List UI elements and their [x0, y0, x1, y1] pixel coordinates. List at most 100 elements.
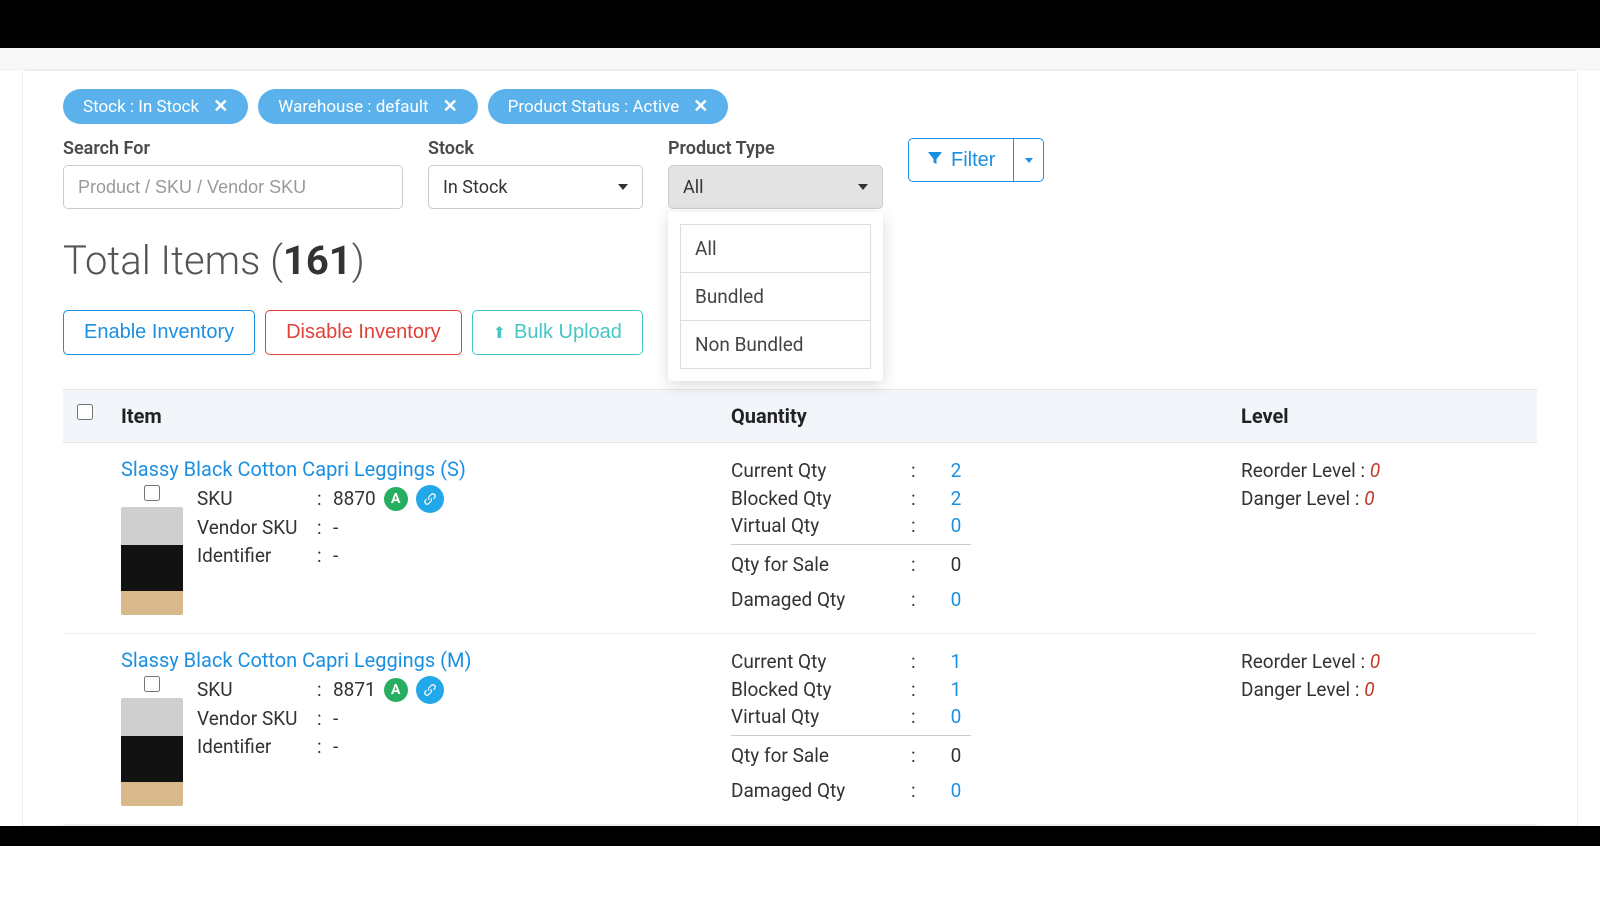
- bulk-upload-label: Bulk Upload: [514, 321, 622, 344]
- vendor-sku-label: Vendor SKU: [197, 705, 317, 734]
- qty-blocked-label: Blocked Qty: [731, 485, 911, 513]
- qty-current-value[interactable]: 2: [941, 457, 971, 485]
- page-content: Stock : In Stock ✕ Warehouse : default ✕…: [22, 70, 1578, 826]
- qty-blocked-value[interactable]: 2: [941, 485, 971, 513]
- qty-current-value[interactable]: 1: [941, 648, 971, 676]
- colon: :: [317, 542, 333, 571]
- stock-label: Stock: [428, 138, 643, 159]
- stock-value: In Stock: [443, 177, 508, 198]
- reorder-label: Reorder Level :: [1241, 459, 1365, 482]
- item-image: [121, 698, 183, 806]
- search-group: Search For: [63, 138, 403, 209]
- dropdown-item-bundled[interactable]: Bundled: [680, 273, 871, 321]
- table-row: Slassy Black Cotton Capri Leggings (S) S…: [63, 443, 1537, 634]
- qty-damaged-label: Damaged Qty: [731, 586, 911, 614]
- window-titlebar: [0, 0, 1600, 48]
- select-all-checkbox[interactable]: [77, 404, 93, 420]
- search-input[interactable]: [63, 165, 403, 209]
- danger-label: Danger Level :: [1241, 487, 1359, 510]
- vendor-sku-value: -: [333, 705, 338, 734]
- identifier-label: Identifier: [197, 542, 317, 571]
- column-level: Level: [1241, 404, 1523, 428]
- filter-button[interactable]: Filter: [908, 138, 1014, 182]
- status-badge-a: A: [384, 487, 408, 511]
- identifier-value: -: [333, 733, 338, 762]
- qty-blocked-label: Blocked Qty: [731, 676, 911, 704]
- total-suffix: ): [352, 237, 365, 284]
- bulk-upload-button[interactable]: Bulk Upload: [472, 310, 643, 355]
- total-prefix: Total Items (: [63, 237, 283, 284]
- item-title-link[interactable]: Slassy Black Cotton Capri Leggings (S): [121, 457, 731, 481]
- sku-label: SKU: [197, 485, 317, 514]
- funnel-icon: [927, 149, 943, 172]
- identifier-value: -: [333, 542, 338, 571]
- qty-damaged-value[interactable]: 0: [941, 777, 971, 805]
- colon: :: [317, 733, 333, 762]
- window-bottombar: [0, 826, 1600, 846]
- qty-for-sale-label: Qty for Sale: [731, 551, 911, 579]
- item-title-link[interactable]: Slassy Black Cotton Capri Leggings (M): [121, 648, 731, 672]
- colon: :: [317, 485, 333, 514]
- dropdown-item-all[interactable]: All: [680, 224, 871, 273]
- reorder-label: Reorder Level :: [1241, 650, 1365, 673]
- filter-caret-button[interactable]: [1014, 138, 1044, 182]
- chip-label: Product Status : Active: [508, 97, 680, 117]
- colon: :: [317, 676, 333, 705]
- product-type-label: Product Type: [668, 138, 883, 159]
- close-icon[interactable]: ✕: [693, 96, 708, 117]
- status-badge-a: A: [384, 678, 408, 702]
- product-type-dropdown: All Bundled Non Bundled: [668, 212, 883, 381]
- window-subbar: [0, 48, 1600, 70]
- filter-row: Search For Stock In Stock Product Type A…: [63, 138, 1537, 209]
- stock-select[interactable]: In Stock: [428, 165, 643, 209]
- enable-inventory-button[interactable]: Enable Inventory: [63, 310, 255, 355]
- item-thumb-wrap: [121, 676, 183, 806]
- sku-label: SKU: [197, 676, 317, 705]
- product-type-value: All: [683, 177, 704, 198]
- divider: [731, 544, 971, 545]
- row-checkbox[interactable]: [144, 676, 160, 692]
- column-item: Item: [121, 404, 731, 428]
- chip-label: Warehouse : default: [278, 97, 428, 117]
- product-type-select[interactable]: All: [668, 165, 883, 209]
- close-icon[interactable]: ✕: [213, 96, 228, 117]
- qty-virtual-value[interactable]: 0: [941, 512, 971, 540]
- chevron-down-icon: [618, 184, 628, 190]
- qty-current-label: Current Qty: [731, 457, 911, 485]
- danger-value: 0: [1364, 678, 1374, 701]
- vendor-sku-value: -: [333, 514, 338, 543]
- link-icon[interactable]: [416, 485, 444, 513]
- sku-value: 8871: [333, 676, 376, 705]
- chip-label: Stock : In Stock: [83, 97, 199, 117]
- sku-value: 8870: [333, 485, 376, 514]
- reorder-value: 0: [1370, 459, 1380, 482]
- disable-inventory-button[interactable]: Disable Inventory: [265, 310, 462, 355]
- qty-virtual-label: Virtual Qty: [731, 703, 911, 731]
- chip-product-status: Product Status : Active ✕: [488, 89, 729, 124]
- qty-current-label: Current Qty: [731, 648, 911, 676]
- qty-virtual-value[interactable]: 0: [941, 703, 971, 731]
- row-checkbox[interactable]: [144, 485, 160, 501]
- qty-for-sale-value: 0: [941, 742, 971, 770]
- dropdown-item-non-bundled[interactable]: Non Bundled: [680, 321, 871, 369]
- chip-stock: Stock : In Stock ✕: [63, 89, 248, 124]
- column-quantity: Quantity: [731, 404, 1241, 428]
- qty-virtual-label: Virtual Qty: [731, 512, 911, 540]
- danger-label: Danger Level :: [1241, 678, 1359, 701]
- qty-for-sale-value: 0: [941, 551, 971, 579]
- qty-damaged-label: Damaged Qty: [731, 777, 911, 805]
- table-row: Slassy Black Cotton Capri Leggings (M) S…: [63, 634, 1537, 825]
- chevron-down-icon: [1025, 158, 1033, 163]
- upload-icon: [493, 321, 506, 344]
- qty-blocked-value[interactable]: 1: [941, 676, 971, 704]
- qty-damaged-value[interactable]: 0: [941, 586, 971, 614]
- close-icon[interactable]: ✕: [443, 96, 458, 117]
- filter-button-label: Filter: [951, 149, 995, 172]
- product-type-group: Product Type All All Bundled Non Bundled: [668, 138, 883, 209]
- vendor-sku-label: Vendor SKU: [197, 514, 317, 543]
- chevron-down-icon: [858, 184, 868, 190]
- total-count: 161: [283, 237, 352, 284]
- chip-warehouse: Warehouse : default ✕: [258, 89, 477, 124]
- item-thumb-wrap: [121, 485, 183, 615]
- link-icon[interactable]: [416, 676, 444, 704]
